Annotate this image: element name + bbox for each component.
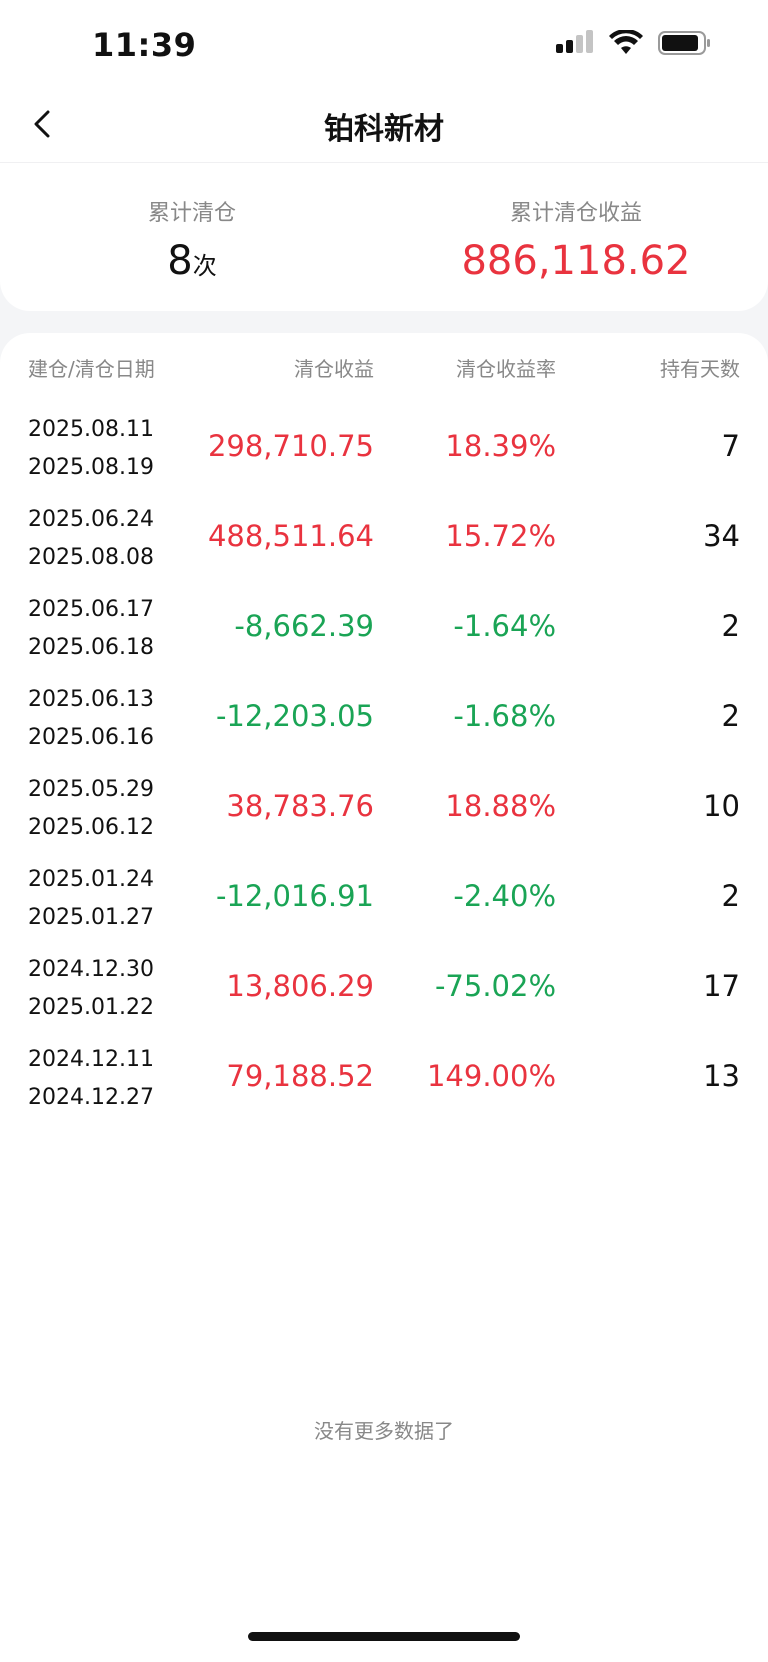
row-profit: 488,511.64 bbox=[207, 519, 374, 553]
row-open-date: 2025.06.17 bbox=[28, 597, 154, 622]
row-dates: 2025.06.13 2025.06.16 bbox=[28, 681, 154, 757]
wifi-icon bbox=[608, 28, 644, 60]
summary-profit-value: 886,118.62 bbox=[461, 238, 691, 284]
row-days: 2 bbox=[721, 879, 740, 913]
table-row[interactable]: 2025.06.24 2025.08.08 488,511.64 15.72% … bbox=[0, 495, 768, 585]
row-dates: 2025.01.24 2025.01.27 bbox=[28, 861, 154, 937]
row-close-date: 2025.08.19 bbox=[28, 455, 154, 480]
no-more-data-text: 没有更多数据了 bbox=[314, 1419, 454, 1443]
row-rate: 15.72% bbox=[445, 519, 556, 553]
row-rate: -2.40% bbox=[453, 879, 556, 913]
summary-count-unit: 次 bbox=[192, 252, 217, 280]
status-bar: 11:39 bbox=[0, 0, 768, 90]
row-open-date: 2024.12.11 bbox=[28, 1047, 154, 1072]
row-dates: 2024.12.30 2025.01.22 bbox=[28, 951, 154, 1027]
signal-icon bbox=[554, 30, 594, 60]
row-days: 2 bbox=[721, 609, 740, 643]
row-open-date: 2025.08.11 bbox=[28, 417, 154, 442]
status-icons bbox=[554, 28, 712, 60]
row-open-date: 2025.06.13 bbox=[28, 687, 154, 712]
row-days: 17 bbox=[703, 969, 740, 1003]
row-profit: -12,203.05 bbox=[215, 699, 374, 733]
summary-count-number: 8 bbox=[167, 238, 193, 284]
row-dates: 2025.06.17 2025.06.18 bbox=[28, 591, 154, 667]
table-row[interactable]: 2024.12.11 2024.12.27 79,188.52 149.00% … bbox=[0, 1035, 768, 1125]
row-dates: 2025.05.29 2025.06.12 bbox=[28, 771, 154, 847]
row-rate: -1.68% bbox=[453, 699, 556, 733]
row-profit: -12,016.91 bbox=[215, 879, 374, 913]
header-profit: 清仓收益 bbox=[294, 357, 374, 381]
row-rate: 18.39% bbox=[445, 429, 556, 463]
summary-card: 累计清仓 8次 累计清仓收益 886,118.62 bbox=[0, 163, 768, 311]
row-open-date: 2025.06.24 bbox=[28, 507, 154, 532]
summary-count-value: 8次 bbox=[0, 239, 384, 283]
row-rate: -1.64% bbox=[453, 609, 556, 643]
row-close-date: 2025.08.08 bbox=[28, 545, 154, 570]
row-days: 2 bbox=[721, 699, 740, 733]
table-row[interactable]: 2024.12.30 2025.01.22 13,806.29 -75.02% … bbox=[0, 945, 768, 1035]
row-dates: 2024.12.11 2024.12.27 bbox=[28, 1041, 154, 1117]
table-row[interactable]: 2025.01.24 2025.01.27 -12,016.91 -2.40% … bbox=[0, 855, 768, 945]
row-profit: 38,783.76 bbox=[226, 789, 374, 823]
row-close-date: 2025.01.22 bbox=[28, 995, 154, 1020]
row-days: 7 bbox=[721, 429, 740, 463]
row-dates: 2025.08.11 2025.08.19 bbox=[28, 411, 154, 487]
table-row[interactable]: 2025.06.17 2025.06.18 -8,662.39 -1.64% 2 bbox=[0, 585, 768, 675]
nav-bar: 铂科新材 bbox=[0, 90, 768, 163]
row-close-date: 2025.06.16 bbox=[28, 725, 154, 750]
header-date: 建仓/清仓日期 bbox=[28, 357, 155, 381]
row-close-date: 2024.12.27 bbox=[28, 1085, 154, 1110]
table-row[interactable]: 2025.08.11 2025.08.19 298,710.75 18.39% … bbox=[0, 405, 768, 495]
home-indicator[interactable] bbox=[248, 1632, 520, 1641]
header-rate: 清仓收益率 bbox=[456, 357, 556, 381]
row-profit: -8,662.39 bbox=[234, 609, 374, 643]
row-dates: 2025.06.24 2025.08.08 bbox=[28, 501, 154, 577]
row-rate: 18.88% bbox=[445, 789, 556, 823]
header-days: 持有天数 bbox=[660, 357, 740, 381]
table-row[interactable]: 2025.05.29 2025.06.12 38,783.76 18.88% 1… bbox=[0, 765, 768, 855]
row-days: 34 bbox=[703, 519, 740, 553]
summary-profit-label: 累计清仓收益 bbox=[509, 201, 642, 226]
clearance-list-card: 建仓/清仓日期 清仓收益 清仓收益率 持有天数 2025.08.11 2025.… bbox=[0, 333, 768, 1662]
row-open-date: 2025.05.29 bbox=[28, 777, 154, 802]
row-profit: 79,188.52 bbox=[226, 1059, 374, 1093]
row-days: 13 bbox=[703, 1059, 740, 1093]
battery-icon bbox=[658, 30, 712, 60]
row-profit: 13,806.29 bbox=[226, 969, 374, 1003]
row-close-date: 2025.06.12 bbox=[28, 815, 154, 840]
summary-profit: 累计清仓收益 886,118.62 bbox=[384, 195, 768, 283]
summary-count-label: 累计清仓 bbox=[147, 201, 236, 226]
row-open-date: 2024.12.30 bbox=[28, 957, 154, 982]
row-rate: -75.02% bbox=[434, 969, 556, 1003]
table-header: 建仓/清仓日期 清仓收益 清仓收益率 持有天数 bbox=[0, 353, 768, 393]
table-row[interactable]: 2025.06.13 2025.06.16 -12,203.05 -1.68% … bbox=[0, 675, 768, 765]
status-time: 11:39 bbox=[92, 26, 197, 64]
row-open-date: 2025.01.24 bbox=[28, 867, 154, 892]
row-rate: 149.00% bbox=[426, 1059, 556, 1093]
row-profit: 298,710.75 bbox=[207, 429, 374, 463]
summary-count: 累计清仓 8次 bbox=[0, 195, 384, 283]
page-title: 铂科新材 bbox=[324, 112, 444, 147]
row-days: 10 bbox=[703, 789, 740, 823]
row-close-date: 2025.06.18 bbox=[28, 635, 154, 660]
table-rows: 2025.08.11 2025.08.19 298,710.75 18.39% … bbox=[0, 405, 768, 1125]
row-close-date: 2025.01.27 bbox=[28, 905, 154, 930]
